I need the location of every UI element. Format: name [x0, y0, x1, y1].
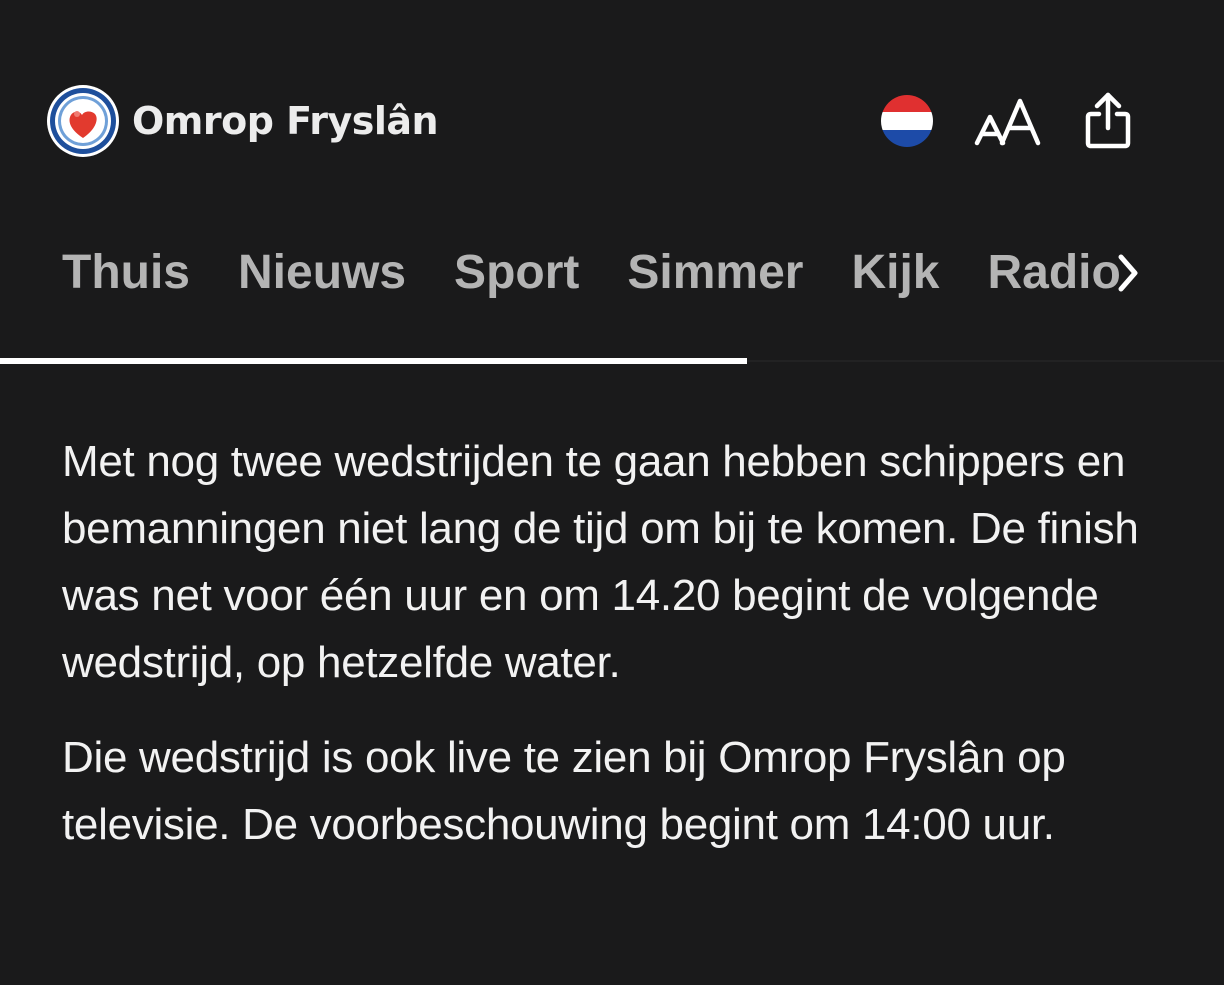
nav-item-kijk[interactable]: Kijk [851, 245, 939, 301]
nav-items: Thuis Nieuws Sport Simmer Kijk Radio [62, 245, 1121, 301]
nav-item-sport[interactable]: Sport [454, 245, 579, 301]
share-icon [1085, 92, 1131, 149]
brand-name: Omrop Fryslân [132, 99, 439, 143]
article-paragraph: Die wedstrijd is ook live te zien bij Om… [62, 733, 1066, 849]
header-toolbar [878, 92, 1136, 150]
netherlands-flag-icon [881, 95, 933, 147]
share-button[interactable] [1080, 90, 1136, 152]
nav-item-radio[interactable]: Radio [988, 245, 1121, 301]
nav-item-nieuws[interactable]: Nieuws [238, 245, 406, 301]
brand-logo[interactable]: Omrop Fryslân [46, 84, 439, 158]
chevron-right-icon [1118, 254, 1138, 292]
nav-more-button[interactable] [1110, 245, 1146, 301]
main-navigation: Thuis Nieuws Sport Simmer Kijk Radio [0, 225, 1224, 365]
reading-progress-bar [0, 358, 747, 364]
language-button[interactable] [878, 92, 936, 150]
text-size-icon [974, 98, 1041, 146]
omrop-fryslan-logo-icon [47, 85, 119, 157]
font-size-button[interactable] [972, 92, 1046, 150]
article-paragraph: Met nog twee wedstrijden te gaan hebben … [62, 437, 1139, 687]
app-header: Omrop Fryslân [0, 0, 1224, 240]
nav-item-simmer[interactable]: Simmer [627, 245, 803, 301]
article-body: Met nog twee wedstrijden te gaan hebben … [62, 428, 1172, 886]
nav-item-thuis[interactable]: Thuis [62, 245, 190, 301]
